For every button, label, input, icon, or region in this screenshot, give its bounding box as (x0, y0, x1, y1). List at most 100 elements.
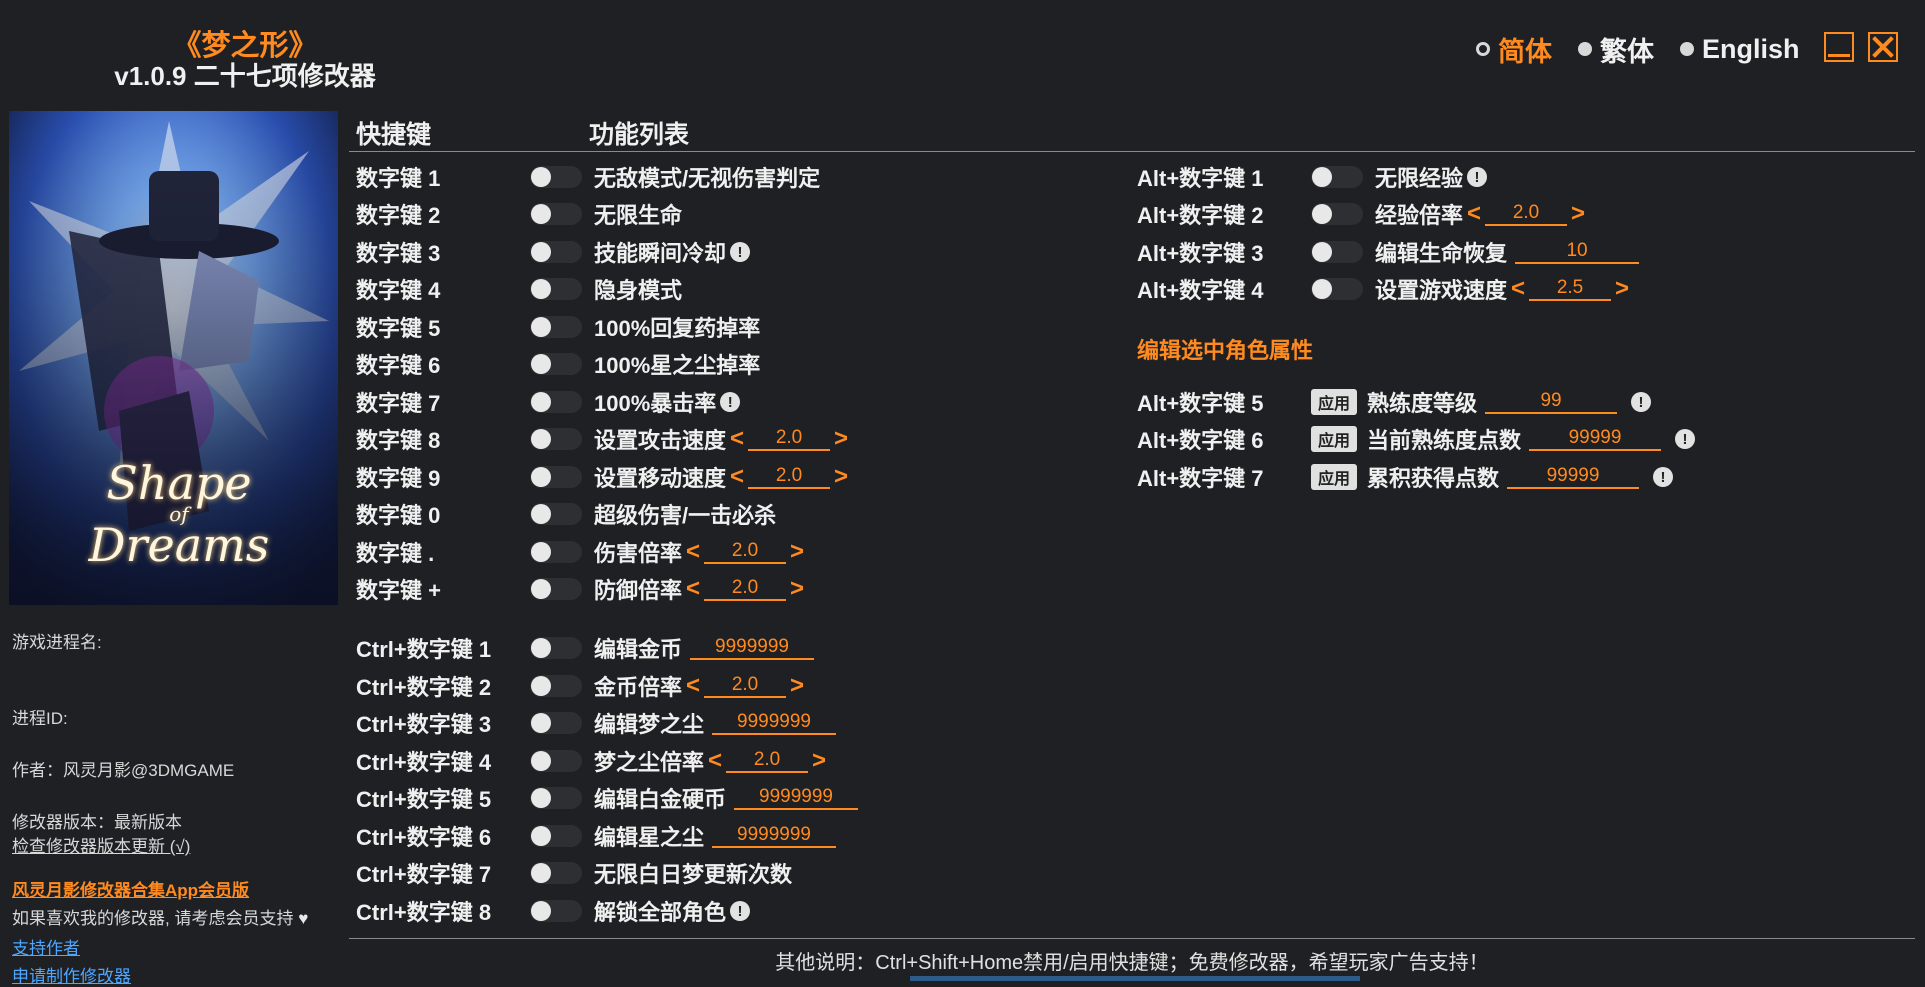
value-input[interactable]: 2.0 (1485, 202, 1568, 226)
toggle-knob (531, 354, 551, 374)
process-id-label: 进程ID: (12, 709, 68, 728)
feature-label: 设置游戏速度 (1375, 278, 1508, 303)
value-input[interactable]: 2.0 (704, 577, 787, 601)
hotkey-label: Alt+数字键 6 (1137, 428, 1264, 453)
increase-arrow[interactable]: > (790, 672, 804, 700)
apply-button[interactable]: 应用 (1311, 426, 1358, 452)
value-input[interactable]: 2.0 (748, 427, 831, 451)
feature-toggle[interactable] (1311, 241, 1363, 263)
feature-toggle[interactable] (530, 578, 582, 600)
app-promo-link[interactable]: 风灵月影修改器合集App会员版 (12, 876, 249, 901)
lang-label: 繁体 (1600, 36, 1654, 67)
feature-label: 累积获得点数 (1367, 466, 1500, 491)
close-button[interactable] (1868, 32, 1898, 62)
feature-toggle[interactable] (1311, 166, 1363, 188)
increase-arrow[interactable]: > (1571, 200, 1585, 228)
value-input[interactable]: 9999999 (712, 824, 837, 848)
cheat-row: Ctrl+数字键 2 金币倍率 <2.0 > (356, 669, 808, 703)
minimize-button[interactable] (1824, 32, 1854, 62)
increase-arrow[interactable]: > (790, 538, 804, 566)
support-author-link[interactable]: 支持作者 (12, 934, 80, 959)
increase-arrow[interactable]: > (834, 463, 848, 491)
feature-toggle[interactable] (530, 278, 582, 300)
feature-label: 超级伤害/一击必杀 (594, 503, 777, 528)
feature-toggle[interactable] (530, 241, 582, 263)
toggle-knob (531, 392, 551, 412)
hotkey-label: 数字键 6 (356, 353, 441, 378)
feature-toggle[interactable] (530, 503, 582, 525)
value-input[interactable]: 2.0 (704, 674, 787, 698)
value-input[interactable]: 9999999 (712, 711, 837, 735)
increase-arrow[interactable]: > (1615, 275, 1629, 303)
decrease-arrow[interactable]: < (730, 425, 744, 453)
increase-arrow[interactable]: > (834, 425, 848, 453)
cheat-row: 数字键 5 100%回复药掉率 (356, 310, 760, 344)
feature-label: 编辑梦之尘 (594, 712, 705, 737)
feature-toggle[interactable] (530, 637, 582, 659)
value-input[interactable]: 10 (1515, 240, 1640, 264)
toggle-knob (531, 826, 551, 846)
feature-label: 编辑白金硬币 (594, 787, 727, 812)
hotkey-label: Ctrl+数字键 6 (356, 825, 492, 850)
feature-label: 熟练度等级 (1367, 391, 1478, 416)
close-icon (1872, 36, 1894, 58)
feature-toggle[interactable] (530, 428, 582, 450)
feature-toggle[interactable] (530, 353, 582, 375)
hotkey-label: Alt+数字键 7 (1137, 466, 1264, 491)
feature-toggle[interactable] (530, 900, 582, 922)
lang-option-traditional[interactable]: 繁体 (1578, 32, 1654, 67)
minimize-icon (1828, 53, 1850, 57)
feature-toggle[interactable] (530, 466, 582, 488)
feature-toggle[interactable] (1311, 278, 1363, 300)
lang-label: 简体 (1498, 36, 1552, 67)
apply-button[interactable]: 应用 (1311, 389, 1358, 415)
feature-toggle[interactable] (1311, 203, 1363, 225)
warning-icon: ! (730, 242, 751, 262)
cheat-row: Ctrl+数字键 7 无限白日梦更新次数 (356, 856, 792, 890)
feature-toggle[interactable] (530, 712, 582, 734)
feature-toggle[interactable] (530, 203, 582, 225)
cheat-row: 数字键 0 超级伤害/一击必杀 (356, 497, 776, 531)
decrease-arrow[interactable]: < (1467, 200, 1481, 228)
feature-toggle[interactable] (530, 391, 582, 413)
value-input[interactable]: 99999 (1507, 465, 1640, 489)
toggle-knob (531, 279, 551, 299)
value-input[interactable]: 2.0 (704, 540, 787, 564)
apply-button[interactable]: 应用 (1311, 464, 1358, 490)
cheat-row: Ctrl+数字键 5 编辑白金硬币 9999999 (356, 781, 859, 815)
value-input[interactable]: 9999999 (734, 786, 859, 810)
feature-toggle[interactable] (530, 166, 582, 188)
feature-toggle[interactable] (530, 862, 582, 884)
value-input[interactable]: 99999 (1529, 427, 1662, 451)
value-input[interactable]: 2.0 (726, 749, 809, 773)
cheat-row: 数字键 2 无限生命 (356, 197, 682, 231)
decrease-arrow[interactable]: < (686, 575, 700, 603)
feature-toggle[interactable] (530, 316, 582, 338)
feature-toggle[interactable] (530, 541, 582, 563)
value-input[interactable]: 2.5 (1529, 277, 1612, 301)
feature-toggle[interactable] (530, 675, 582, 697)
decrease-arrow[interactable]: < (1511, 275, 1525, 303)
value-input[interactable]: 9999999 (690, 636, 815, 660)
feature-label: 无限生命 (594, 203, 683, 228)
decrease-arrow[interactable]: < (708, 747, 722, 775)
cheat-row: Ctrl+数字键 3 编辑梦之尘 9999999 (356, 706, 837, 740)
value-input[interactable]: 2.0 (748, 465, 831, 489)
feature-label: 技能瞬间冷却 (594, 241, 727, 266)
decrease-arrow[interactable]: < (730, 463, 744, 491)
hotkey-label: 数字键 9 (356, 466, 441, 491)
increase-arrow[interactable]: > (812, 747, 826, 775)
feature-toggle[interactable] (530, 750, 582, 772)
check-update-link[interactable]: 检查修改器版本更新 (√) (12, 832, 190, 857)
lang-option-english[interactable]: English (1680, 32, 1800, 66)
increase-arrow[interactable]: > (790, 575, 804, 603)
value-input[interactable]: 99 (1485, 390, 1618, 414)
cheat-row: Alt+数字键 2 经验倍率 <2.0 > (1137, 197, 1589, 231)
decrease-arrow[interactable]: < (686, 672, 700, 700)
feature-toggle[interactable] (530, 825, 582, 847)
decrease-arrow[interactable]: < (686, 538, 700, 566)
request-trainer-link[interactable]: 申请制作修改器 (12, 962, 131, 987)
lang-option-simplified[interactable]: 简体 (1476, 32, 1552, 67)
cheat-row: 数字键 8 设置攻击速度 <2.0 > (356, 422, 852, 456)
feature-toggle[interactable] (530, 787, 582, 809)
